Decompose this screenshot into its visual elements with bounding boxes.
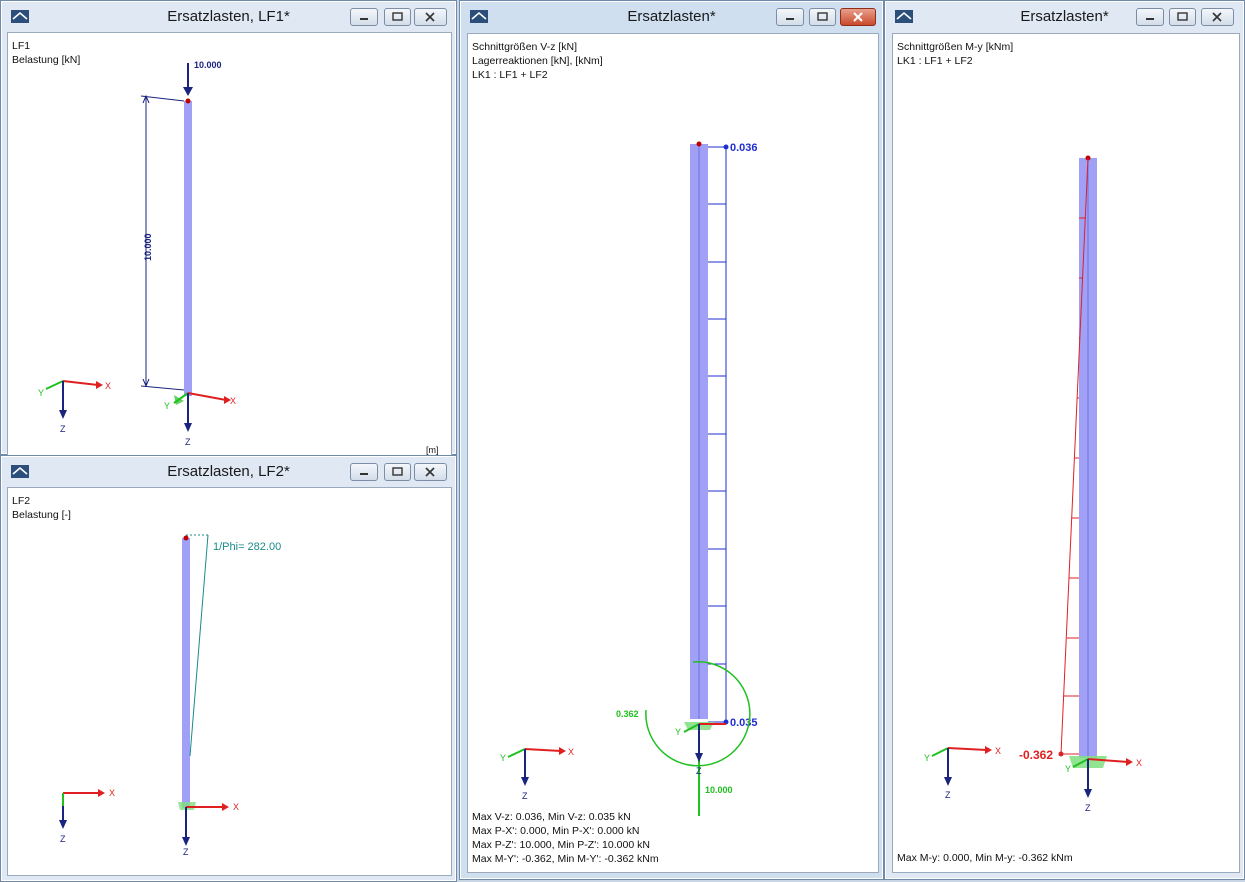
result-summary: Max V-z: 0.036, Min V-z: 0.035 kN Max P-… <box>472 810 659 866</box>
minimize-button[interactable] <box>776 8 804 26</box>
support-x-label: X <box>1136 758 1142 768</box>
minimize-button[interactable] <box>350 463 378 481</box>
support-z-label: Z <box>696 766 702 776</box>
shear-top-value: 0.036 <box>730 142 758 154</box>
minimize-button[interactable] <box>350 8 378 26</box>
support-y-label: Y <box>1065 764 1071 774</box>
support-x-label: X <box>230 396 236 406</box>
close-button[interactable] <box>414 8 447 26</box>
global-axes-icon <box>931 746 992 786</box>
graphics-canvas[interactable]: LF2 Belastung [-] 1/Phi= 282.00 X Z X Z <box>7 487 452 876</box>
support-axes-icon <box>173 392 231 432</box>
axis-x-label: X <box>109 788 115 798</box>
minimize-button[interactable] <box>1136 8 1164 26</box>
node-top <box>185 98 191 104</box>
result-summary: Max M-y: 0.000, Min M-y: -0.362 kNm <box>897 851 1073 865</box>
window-lf2[interactable]: Ersatzlasten, LF2* LF2 Belastung [-] 1/P… <box>0 455 457 882</box>
shear-diagram <box>708 144 729 725</box>
unit-label: [m] <box>426 445 439 455</box>
graphics-canvas[interactable]: LF1 Belastung [kN] 10.000 10.000 X Y Z X… <box>7 32 452 457</box>
maximize-button[interactable] <box>384 463 411 481</box>
titlebar[interactable]: Ersatzlasten, LF1* <box>1 1 456 31</box>
close-button[interactable] <box>414 463 447 481</box>
model-view: 10.000 10.000 X Y Z X Y Z [m] <box>38 60 439 455</box>
summary-line: Max P-Z': 10.000, Min P-Z': 10.000 kN <box>472 839 650 851</box>
column-member <box>184 101 192 396</box>
moment-bottom-value: -0.362 <box>1019 748 1053 762</box>
axis-z-label: Z <box>60 424 66 434</box>
column-member <box>182 538 190 808</box>
dimension-value: 10.000 <box>143 233 153 261</box>
maximize-button[interactable] <box>809 8 836 26</box>
titlebar[interactable]: Ersatzlasten, LF2* <box>1 456 456 486</box>
support-z-label: Z <box>183 847 189 857</box>
reaction-moment-value: 0.362 <box>616 709 639 719</box>
reaction-vertical-value: 10.000 <box>705 785 733 795</box>
summary-line: Max M-Y': -0.362, Min M-Y': -0.362 kNm <box>472 853 659 865</box>
maximize-button[interactable] <box>1169 8 1196 26</box>
model-view: 1/Phi= 282.00 X Z X Z <box>59 534 281 857</box>
support-y-label: Y <box>164 401 170 411</box>
support-z-label: Z <box>1085 803 1091 813</box>
model-view: -0.362 X Y Z X Y Z <box>924 155 1142 813</box>
summary-line: Max M-y: 0.000, Min M-y: -0.362 kNm <box>897 852 1073 864</box>
titlebar[interactable]: Ersatzlasten* <box>885 1 1244 31</box>
global-axes-icon <box>59 789 105 829</box>
shear-bottom-value: 0.035 <box>730 717 758 729</box>
graphics-canvas[interactable]: Schnittgrößen V-z [kN] Lagerreaktionen [… <box>467 33 879 873</box>
window-lf1[interactable]: Ersatzlasten, LF1* LF1 Belastung [kN] 10… <box>0 0 457 457</box>
support-y-label: Y <box>675 727 681 737</box>
model-view: 0.036 0.035 0.362 10.000 Y Z X Y Z <box>500 141 758 816</box>
load-value: 10.000 <box>194 60 222 70</box>
load-arrow-icon <box>183 63 193 96</box>
titlebar[interactable]: Ersatzlasten* <box>460 1 883 31</box>
summary-line: Max P-X': 0.000, Min P-X': 0.000 kN <box>472 825 640 837</box>
global-axes-icon <box>45 380 103 419</box>
maximize-button[interactable] <box>384 8 411 26</box>
close-button[interactable] <box>840 8 876 26</box>
axis-y-label: Y <box>500 753 506 763</box>
axis-y-label: Y <box>38 388 44 398</box>
close-button[interactable] <box>1201 8 1234 26</box>
window-moment-my[interactable]: Ersatzlasten* Schnittgrößen M-y [kNm] LK… <box>884 0 1245 880</box>
axis-x-label: X <box>995 746 1001 756</box>
global-axes-icon <box>507 747 566 786</box>
axis-z-label: Z <box>522 791 528 801</box>
support-z-label: Z <box>185 437 191 447</box>
axis-z-label: Z <box>60 834 66 844</box>
summary-line: Max V-z: 0.036, Min V-z: 0.035 kN <box>472 811 631 823</box>
axis-x-label: X <box>568 747 574 757</box>
support-axes-icon <box>178 802 229 846</box>
axis-y-label: Y <box>924 753 930 763</box>
node-top <box>696 141 702 147</box>
support-axes-icon <box>1069 756 1133 798</box>
support-x-label: X <box>233 802 239 812</box>
graphics-canvas[interactable]: Schnittgrößen M-y [kNm] LK1 : LF1 + LF2 <box>892 33 1240 873</box>
axis-x-label: X <box>105 381 111 391</box>
imperfection-value: 1/Phi= 282.00 <box>213 541 281 553</box>
window-shear-vz[interactable]: Ersatzlasten* Schnittgrößen V-z [kN] Lag… <box>459 0 884 880</box>
node-top <box>183 535 189 541</box>
axis-z-label: Z <box>945 790 951 800</box>
